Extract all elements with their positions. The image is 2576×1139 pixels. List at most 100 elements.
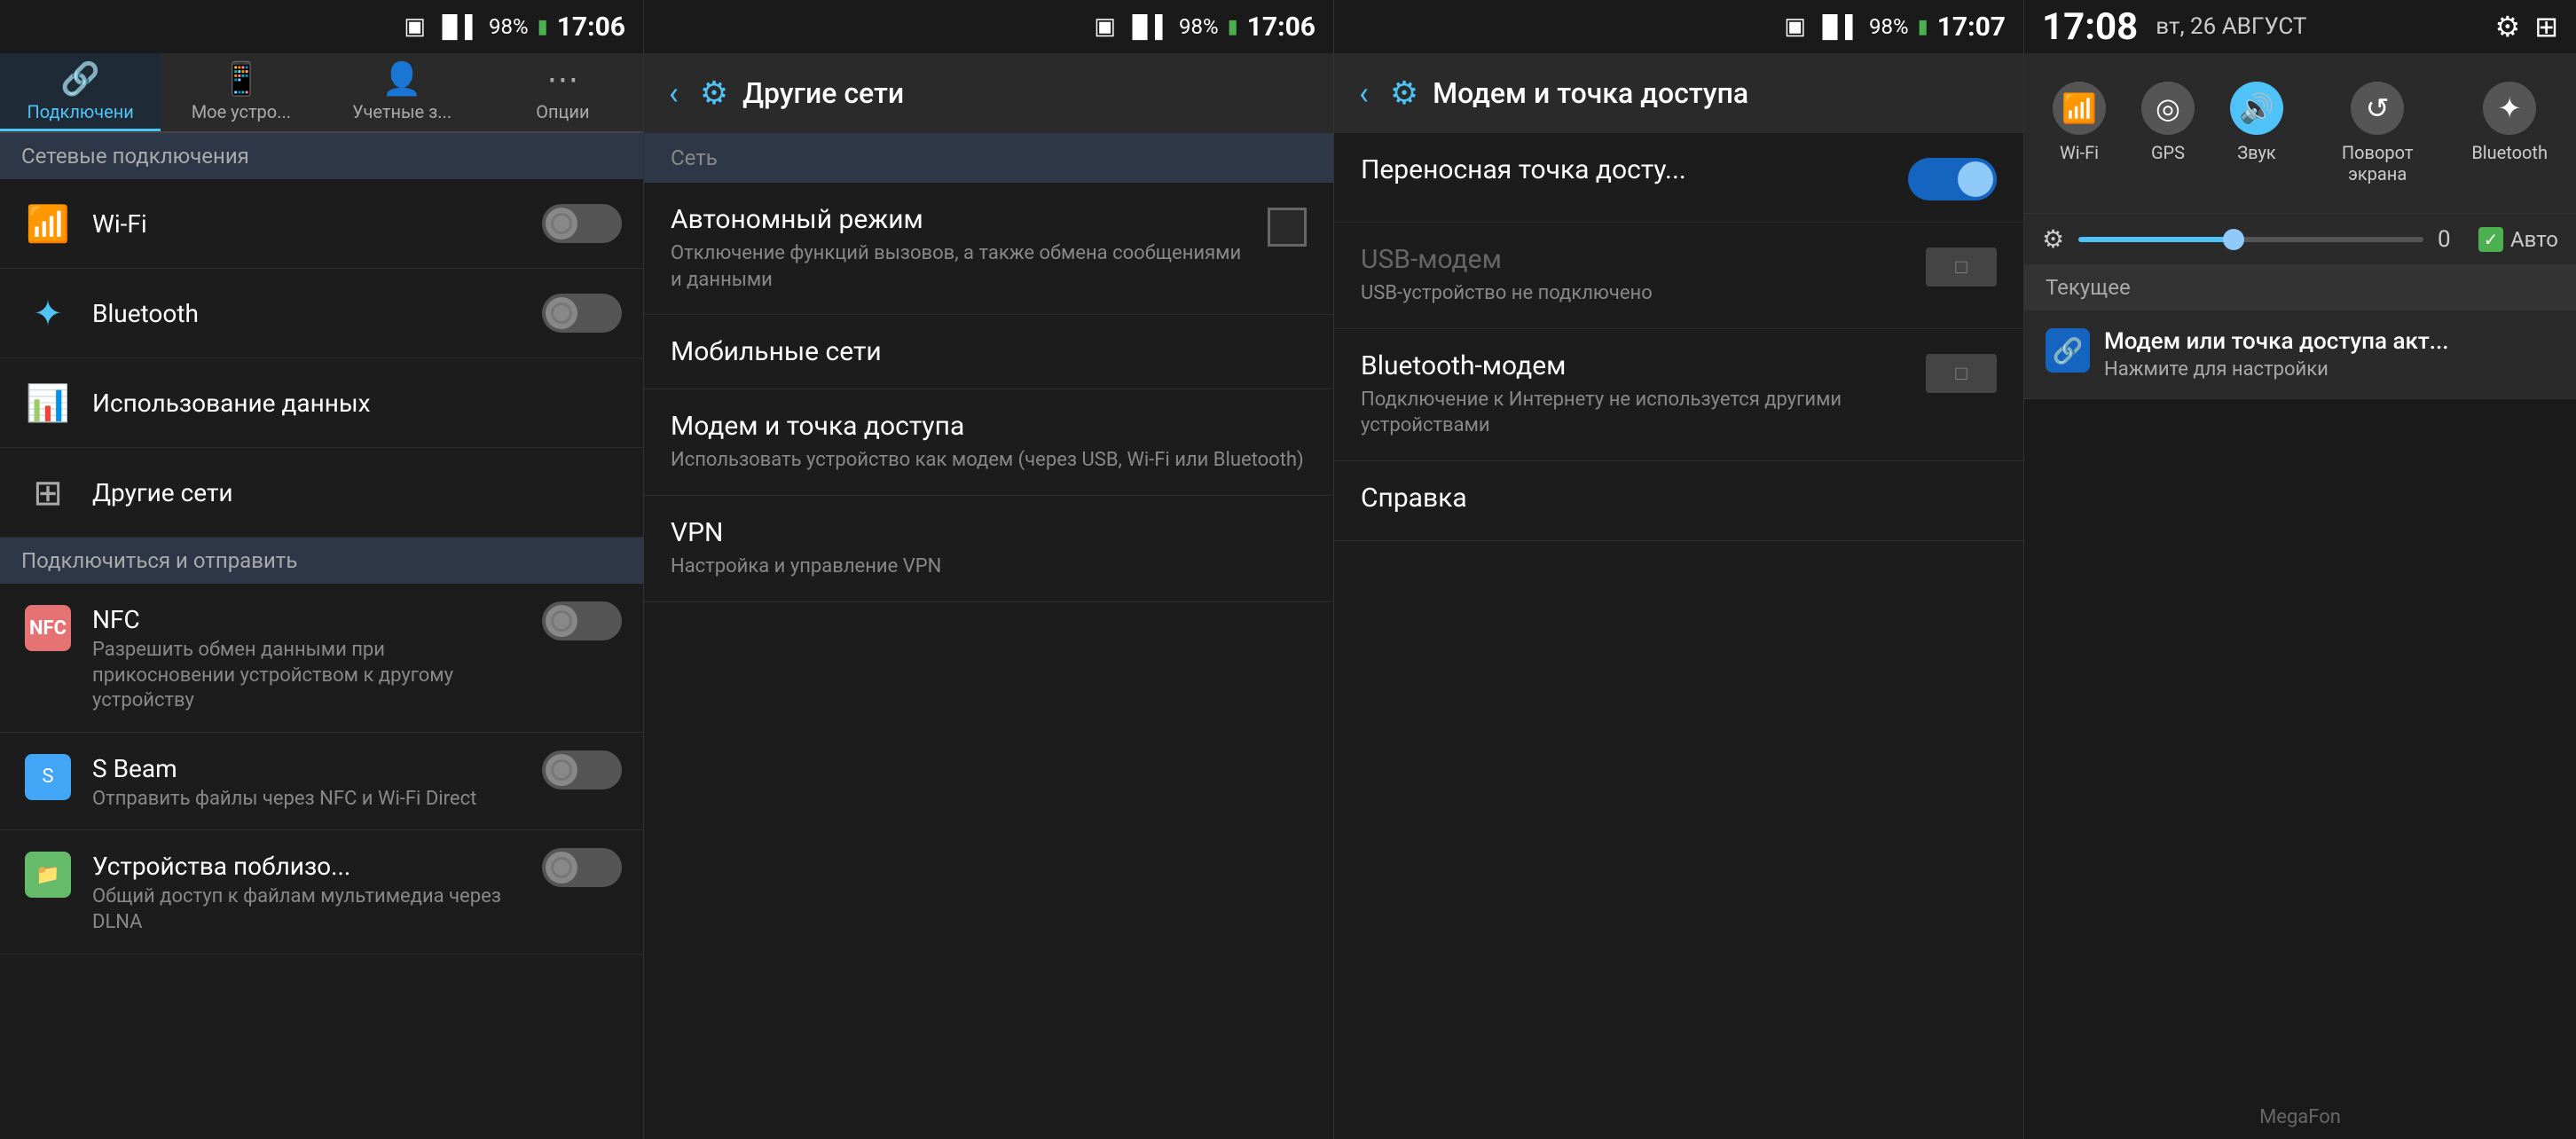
wifi-title: Wi-Fi — [92, 209, 531, 239]
nearby-toggle-switch[interactable] — [542, 848, 622, 887]
menu-vpn[interactable]: VPN Настройка и управление VPN — [644, 496, 1333, 602]
nearby-title: Устройства поблизо... — [92, 852, 531, 881]
my-device-icon: 📱 — [221, 60, 261, 98]
battery-3: 98% — [1869, 14, 1909, 39]
notif-tethering-title: Модем или точка доступа акт... — [2104, 328, 2555, 355]
nfc-title: NFC — [92, 605, 531, 634]
brightness-auto[interactable]: ✓ Авто — [2478, 227, 2558, 252]
sbeam-subtitle: Отправить файлы через NFC и Wi-Fi Direct — [92, 787, 531, 813]
usb-title: USB-модем — [1361, 244, 1912, 275]
panel-other-networks: ▣ ▐▌▌ 98% ▮ 17:06 ‹ ⚙ Другие сети Сеть А… — [644, 0, 1334, 1139]
bluetooth-toggle[interactable] — [542, 294, 622, 333]
airplane-text: Автономный режим Отключение функций вызо… — [671, 204, 1253, 293]
gear-icon-notif[interactable]: ⚙ — [2495, 10, 2521, 43]
quick-settings-row: 📶 Wi-Fi ◎ GPS 🔊 Звук ↺ Поворот экрана ✦ … — [2024, 53, 2576, 213]
gear-icon-2: ⚙ — [700, 75, 728, 112]
brightness-row: ⚙ 0 ✓ Авто — [2024, 213, 2576, 264]
sbeam-toggle-switch[interactable] — [542, 750, 622, 789]
menu-mobile-nets[interactable]: Мобильные сети — [644, 315, 1333, 389]
brightness-value: 0 — [2438, 226, 2464, 253]
setting-bluetooth[interactable]: ✦ Bluetooth — [0, 269, 643, 358]
quick-gps[interactable]: ◎ GPS — [2127, 71, 2209, 195]
quick-wifi-label: Wi-Fi — [2060, 142, 2099, 163]
setting-nfc[interactable]: NFC NFC Разрешить обмен данными при прик… — [0, 584, 643, 733]
other-networks-header: ‹ ⚙ Другие сети — [644, 53, 1333, 133]
modem-hotspot-subtitle: Использовать устройство как модем (через… — [671, 447, 1307, 474]
airplane-title: Автономный режим — [671, 204, 1253, 235]
back-button-3[interactable]: ‹ — [1352, 67, 1376, 119]
quick-rotate[interactable]: ↺ Поворот экрана — [2305, 71, 2450, 195]
status-bar-2: ▣ ▐▌▌ 98% ▮ 17:06 — [644, 0, 1333, 53]
sbeam-title: S Beam — [92, 754, 531, 783]
nfc-toggle-switch[interactable] — [542, 601, 622, 640]
bluetooth-toggle-switch[interactable] — [542, 294, 622, 333]
portable-hotspot-item[interactable]: Переносная точка досту... — [1334, 133, 2023, 223]
notif-time: 17:08 — [2042, 5, 2138, 49]
other-networks-title: Другие сети — [742, 76, 904, 110]
quick-sound[interactable]: 🔊 Звук — [2216, 71, 2297, 195]
nfc-toggle[interactable] — [542, 601, 622, 640]
panel-settings-main: ▣ ▐▌▌ 98% ▮ 17:06 🔗 Подключени 📱 Мое уст… — [0, 0, 644, 1139]
quick-wifi[interactable]: 📶 Wi-Fi — [2038, 71, 2120, 195]
time-3: 17:07 — [1937, 12, 2006, 43]
tab-connections[interactable]: 🔗 Подключени — [0, 53, 161, 131]
setting-other-networks[interactable]: ⊞ Другие сети — [0, 448, 643, 538]
hotspot-text: Переносная точка досту... — [1361, 154, 1894, 185]
nfc-icon: NFC — [25, 605, 71, 651]
tab-options[interactable]: ⋯ Опции — [483, 53, 643, 131]
nearby-toggle[interactable] — [542, 848, 622, 887]
bt-modem-toggle-switch[interactable]: □ — [1926, 354, 1997, 393]
modem-header: ‹ ⚙ Модем и точка доступа — [1334, 53, 2023, 133]
brightness-gear-icon[interactable]: ⚙ — [2042, 224, 2064, 254]
hotspot-toggle[interactable] — [1908, 158, 1997, 200]
bt-modem-text: Bluetooth-модем Подключение к Интернету … — [1361, 350, 1912, 439]
menu-modem-hotspot[interactable]: Модем и точка доступа Использовать устро… — [644, 389, 1333, 496]
usb-toggle-switch[interactable]: □ — [1926, 247, 1997, 287]
other-networks-icon: ⊞ — [33, 472, 63, 514]
menu-airplane[interactable]: Автономный режим Отключение функций вызо… — [644, 183, 1333, 315]
sbeam-toggle[interactable] — [542, 750, 622, 789]
notif-tethering-icon: 🔗 — [2046, 328, 2090, 373]
setting-nearby[interactable]: 📁 Устройства поблизо... Общий доступ к ф… — [0, 830, 643, 954]
sbeam-icon: S — [25, 754, 71, 800]
sbeam-icon-container: S — [21, 750, 75, 804]
carrier-bar: MegaFon — [2024, 1096, 2576, 1139]
options-icon: ⋯ — [546, 60, 578, 98]
bluetooth-icon-container: ✦ — [21, 287, 75, 340]
wifi-toggle-switch[interactable] — [542, 204, 622, 243]
setting-sbeam[interactable]: S S Beam Отправить файлы через NFC и Wi-… — [0, 733, 643, 831]
other-networks-text: Другие сети — [92, 478, 622, 507]
hotspot-toggle-switch[interactable] — [1908, 158, 1997, 200]
notif-item-tethering[interactable]: 🔗 Модем или точка доступа акт... Нажмите… — [2024, 310, 2576, 399]
setting-wifi[interactable]: 📶 Wi-Fi — [0, 179, 643, 269]
back-button-2[interactable]: ‹ — [662, 67, 686, 119]
bt-modem-title: Bluetooth-модем — [1361, 350, 1912, 381]
wifi-toggle[interactable] — [542, 204, 622, 243]
slider-thumb — [2223, 229, 2244, 250]
quick-bluetooth[interactable]: ✦ Bluetooth — [2457, 71, 2562, 195]
bluetooth-icon: ✦ — [33, 293, 63, 334]
notif-date: вт, 26 АВГУСТ — [2156, 13, 2306, 40]
usb-toggle[interactable]: □ — [1926, 247, 1997, 287]
brightness-slider[interactable] — [2078, 237, 2423, 242]
tab-accounts-label: Учетные з... — [352, 101, 452, 122]
signal-icon-1: ▐▌▌ — [435, 14, 480, 40]
panel-modem-hotspot: ▣ ▐▌▌ 98% ▮ 17:07 ‹ ⚙ Модем и точка дост… — [1334, 0, 2024, 1139]
bluetooth-title: Bluetooth — [92, 299, 531, 328]
setting-data-usage[interactable]: 📊 Использование данных — [0, 358, 643, 448]
usb-modem-item[interactable]: USB-модем USB-устройство не подключено □ — [1334, 223, 2023, 329]
nearby-toggle-knob — [546, 852, 577, 884]
quick-gps-label: GPS — [2151, 142, 2185, 163]
help-item[interactable]: Справка — [1334, 461, 2023, 541]
airplane-checkbox[interactable] — [1268, 208, 1307, 247]
bluetooth-modem-item[interactable]: Bluetooth-модем Подключение к Интернету … — [1334, 329, 2023, 461]
modem-hotspot-title: Модем и точка доступа — [671, 411, 1307, 442]
signal-icon-3: ▐▌▌ — [1815, 14, 1860, 40]
tab-my-device[interactable]: 📱 Мое устро... — [161, 53, 321, 131]
nfc-toggle-knob — [546, 605, 577, 637]
tab-accounts[interactable]: 👤 Учетные з... — [322, 53, 483, 131]
bt-modem-toggle[interactable]: □ — [1926, 354, 1997, 393]
other-networks-icon-container: ⊞ — [21, 466, 75, 519]
grid-icon-notif[interactable]: ⊞ — [2534, 10, 2558, 43]
data-usage-title: Использование данных — [92, 389, 622, 418]
